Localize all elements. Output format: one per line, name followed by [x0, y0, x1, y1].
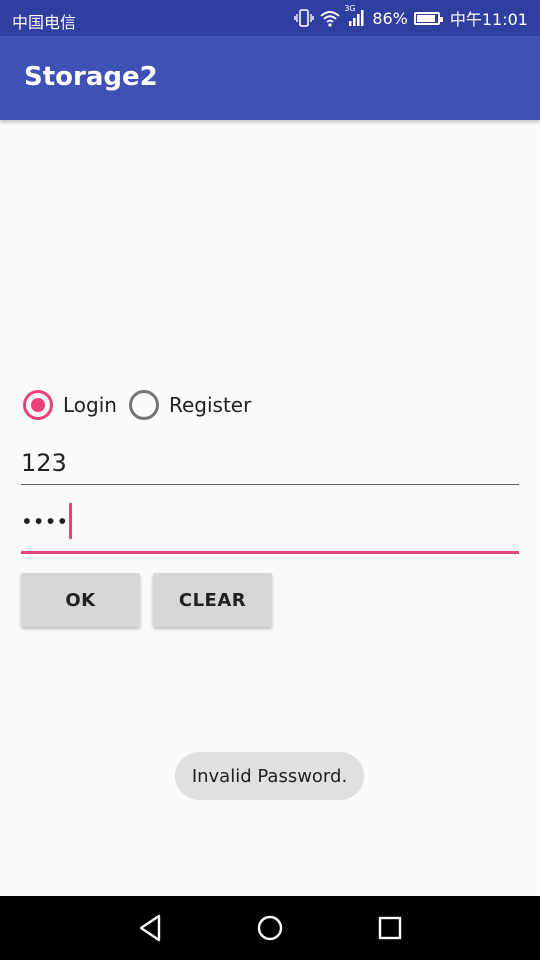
username-value[interactable]: 123	[21, 449, 67, 477]
vibrate-icon	[294, 9, 315, 27]
app-bar: Storage2	[0, 36, 540, 120]
clear-button[interactable]: CLEAR	[153, 573, 272, 627]
radio-login-label[interactable]: Login	[63, 393, 117, 417]
toast-message: Invalid Password.	[175, 752, 364, 800]
radio-register[interactable]: Register	[127, 390, 251, 420]
mode-radio-group: Login Register	[21, 388, 251, 422]
status-bar: 中国电信 3G 86% 中午11:01	[0, 0, 540, 36]
network-type: 3G	[344, 4, 356, 13]
radio-register-indicator[interactable]	[128, 390, 159, 420]
radio-login[interactable]: Login	[21, 390, 117, 420]
radio-register-label[interactable]: Register	[169, 393, 251, 417]
wifi-icon	[320, 11, 340, 27]
text-cursor	[69, 503, 73, 539]
clock: 中午11:01	[449, 10, 528, 29]
back-icon[interactable]	[130, 908, 170, 948]
status-icons: 3G 86% 中午11:01	[294, 0, 528, 36]
radio-login-indicator[interactable]	[23, 390, 53, 420]
battery-percent: 86%	[372, 8, 408, 28]
password-value-wrap[interactable]: ••••	[21, 503, 73, 541]
navigation-bar	[0, 896, 540, 960]
battery-icon	[413, 11, 443, 25]
password-field[interactable]: ••••	[21, 503, 519, 554]
signal-indicator: 3G	[344, 4, 366, 28]
recents-icon[interactable]	[370, 908, 410, 948]
ok-button[interactable]: OK	[21, 573, 140, 627]
app-title: Storage2	[24, 62, 158, 92]
password-value[interactable]: ••••	[21, 510, 68, 534]
home-icon[interactable]	[250, 908, 290, 948]
carrier-name: 中国电信	[12, 13, 77, 32]
username-field[interactable]: 123	[21, 440, 519, 485]
